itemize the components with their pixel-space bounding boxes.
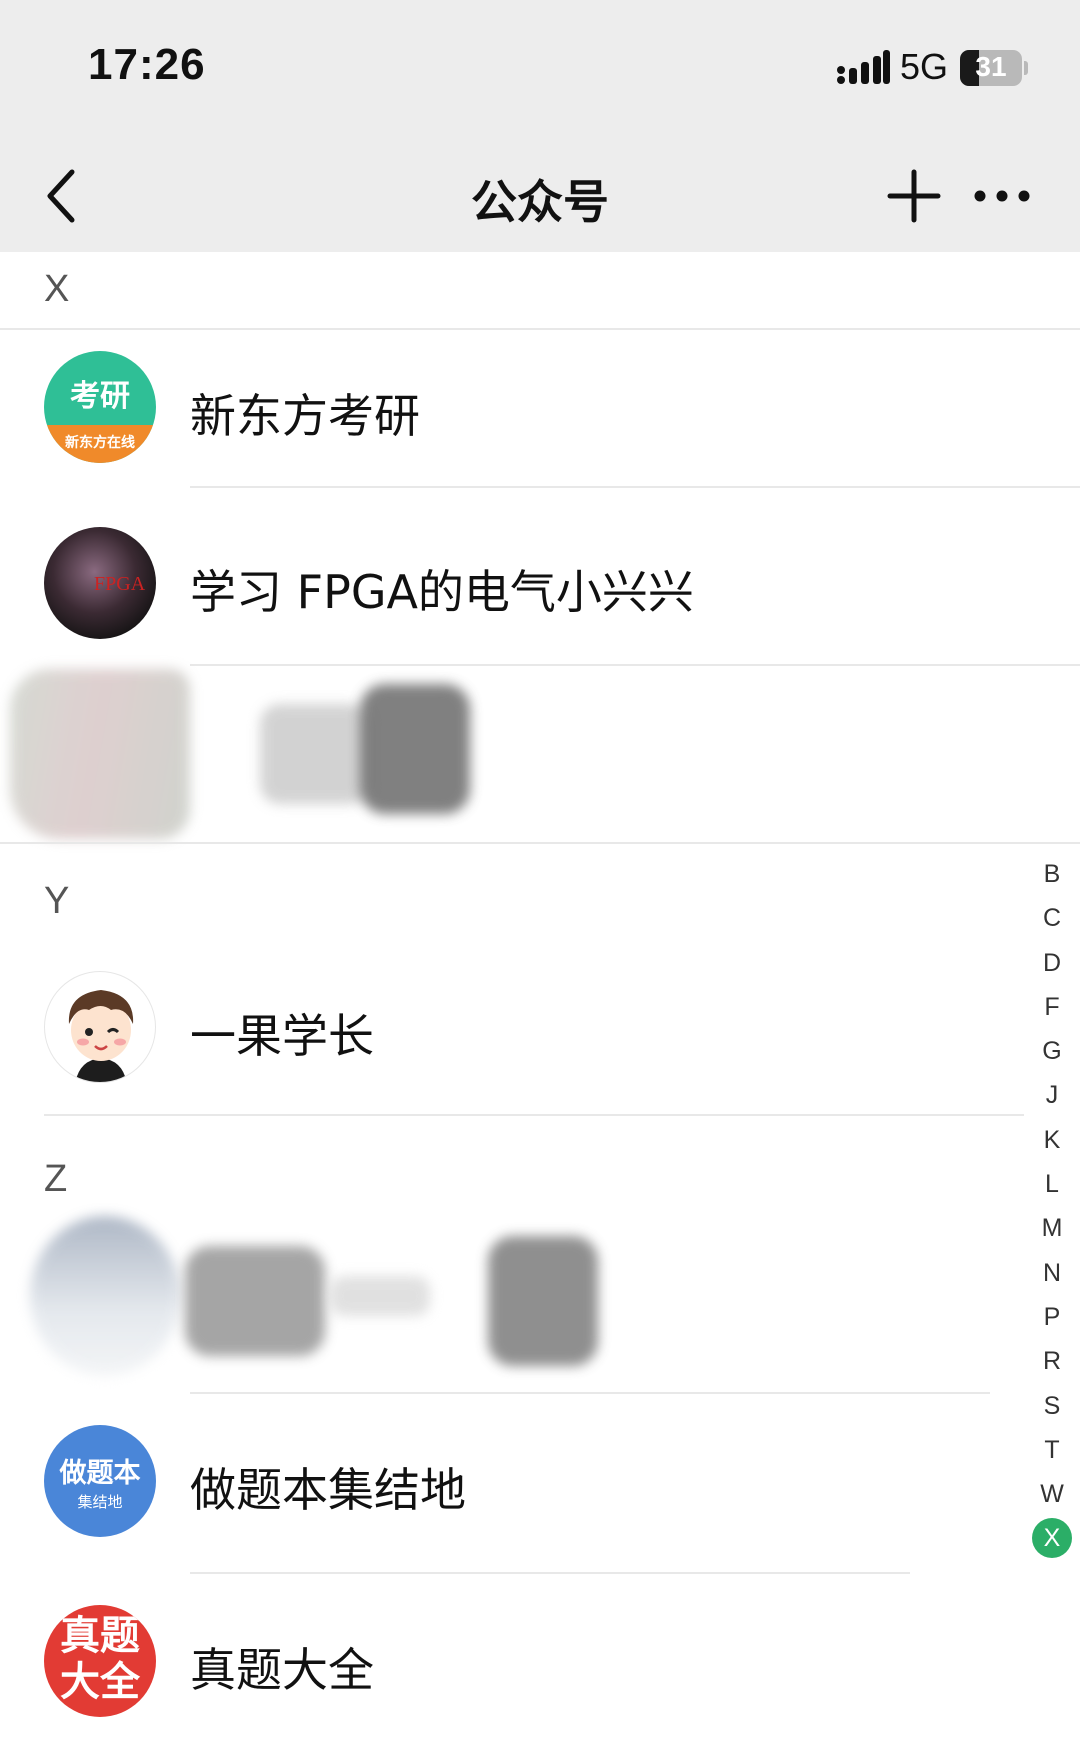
index-letter-label: S: [1043, 1391, 1061, 1420]
account-name: 真题大全: [190, 1643, 374, 1697]
index-letter-label: X: [1032, 1518, 1072, 1559]
avatar-subtext: 集结地: [77, 1493, 123, 1511]
account-name: 新东方考研: [190, 389, 420, 443]
redaction-scribble: [260, 704, 370, 804]
avatar-text: FPGA: [94, 573, 146, 595]
list-item-redacted[interactable]: [0, 1206, 1080, 1386]
divider: [190, 1572, 910, 1574]
avatar: 做题本 集结地: [44, 1425, 156, 1537]
account-name: 一果学长: [190, 1009, 374, 1063]
index-letter-label: B: [1043, 860, 1061, 888]
index-letter-g[interactable]: G: [1028, 1029, 1076, 1073]
section-header-x: X: [44, 268, 70, 310]
redaction-scribble: [330, 1276, 430, 1316]
list-item-zhentidaquan[interactable]: 真题大全 真题大全: [0, 1582, 1080, 1742]
index-letter-label: D: [1042, 948, 1062, 977]
index-letter-n[interactable]: N: [1028, 1251, 1076, 1295]
redaction-scribble: [10, 669, 190, 839]
index-letter-label: K: [1043, 1125, 1061, 1154]
redaction-scribble: [30, 1216, 180, 1376]
index-letter-w[interactable]: W: [1028, 1472, 1076, 1516]
index-letter-r[interactable]: R: [1028, 1339, 1076, 1383]
redaction-scribble: [360, 684, 470, 814]
divider: [44, 1114, 1024, 1116]
status-bar: 17:26 5G 31: [0, 0, 1080, 140]
battery-icon: 31: [960, 50, 1022, 86]
status-time: 17:26: [88, 40, 206, 89]
index-letter-d[interactable]: D: [1028, 941, 1076, 985]
index-letter-label: N: [1042, 1258, 1062, 1287]
avatar: [44, 971, 156, 1083]
divider: [190, 486, 1080, 488]
avatar-text: 考研: [70, 379, 130, 414]
index-letter-t[interactable]: T: [1028, 1428, 1076, 1472]
index-letter-label: W: [1040, 1480, 1064, 1509]
alphabet-index[interactable]: BCDFGJKLMNPRSTWX: [1028, 852, 1076, 1561]
index-letter-l[interactable]: L: [1028, 1162, 1076, 1206]
index-letter-label: J: [1045, 1081, 1059, 1110]
index-letter-k[interactable]: K: [1028, 1118, 1076, 1162]
index-letter-label: T: [1044, 1435, 1060, 1464]
index-letter-s[interactable]: S: [1028, 1384, 1076, 1428]
index-letter-label: P: [1043, 1302, 1061, 1331]
list-item-yiguo[interactable]: 一果学长: [0, 948, 1080, 1108]
plus-icon[interactable]: [886, 168, 942, 224]
index-letter-j[interactable]: J: [1028, 1073, 1076, 1117]
index-letter-m[interactable]: M: [1028, 1206, 1076, 1250]
index-letter-x[interactable]: X: [1028, 1516, 1076, 1560]
signal-icon: [837, 50, 890, 84]
section-header-y: Y: [44, 880, 70, 922]
avatar: 真题大全: [44, 1605, 156, 1717]
avatar-subtext: 新东方在线: [44, 425, 156, 463]
nav-bar: 公众号: [0, 140, 1080, 252]
redaction-scribble: [185, 1246, 325, 1356]
index-letter-label: F: [1044, 992, 1060, 1021]
avatar-text: 真题大全: [60, 1613, 140, 1705]
account-name: 学习 FPGA的电气小兴兴: [190, 565, 694, 619]
section-header-z: Z: [44, 1158, 68, 1200]
redaction-scribble: [488, 1236, 598, 1366]
index-letter-label: L: [1045, 1170, 1059, 1199]
account-name: 做题本集结地: [190, 1463, 466, 1517]
index-letter-c[interactable]: C: [1028, 896, 1076, 940]
avatar-text: 做题本: [59, 1458, 141, 1489]
battery-tip: [1024, 61, 1028, 75]
ellipsis-icon[interactable]: [972, 178, 1032, 214]
list-item-fpga[interactable]: FPGA 学习 FPGA的电气小兴兴: [0, 504, 1080, 664]
index-letter-b[interactable]: B: [1028, 852, 1076, 896]
avatar: FPGA: [44, 527, 156, 639]
index-letter-label: G: [1042, 1037, 1062, 1066]
list-item-redacted[interactable]: [0, 664, 1080, 844]
index-letter-f[interactable]: F: [1028, 985, 1076, 1029]
battery-level: 31: [975, 51, 1007, 82]
divider: [0, 842, 1080, 844]
divider: [190, 1392, 990, 1394]
list-item-zuotiben[interactable]: 做题本 集结地 做题本集结地: [0, 1402, 1080, 1562]
cartoon-boy-icon: [68, 990, 134, 1082]
network-type: 5G: [900, 46, 949, 87]
avatar: 考研 新东方在线: [44, 351, 156, 463]
index-letter-label: R: [1042, 1347, 1062, 1376]
index-letter-label: C: [1042, 904, 1062, 933]
list-item-xindongfang[interactable]: 考研 新东方在线 新东方考研: [0, 328, 1080, 488]
index-letter-p[interactable]: P: [1028, 1295, 1076, 1339]
index-letter-label: M: [1041, 1214, 1063, 1243]
